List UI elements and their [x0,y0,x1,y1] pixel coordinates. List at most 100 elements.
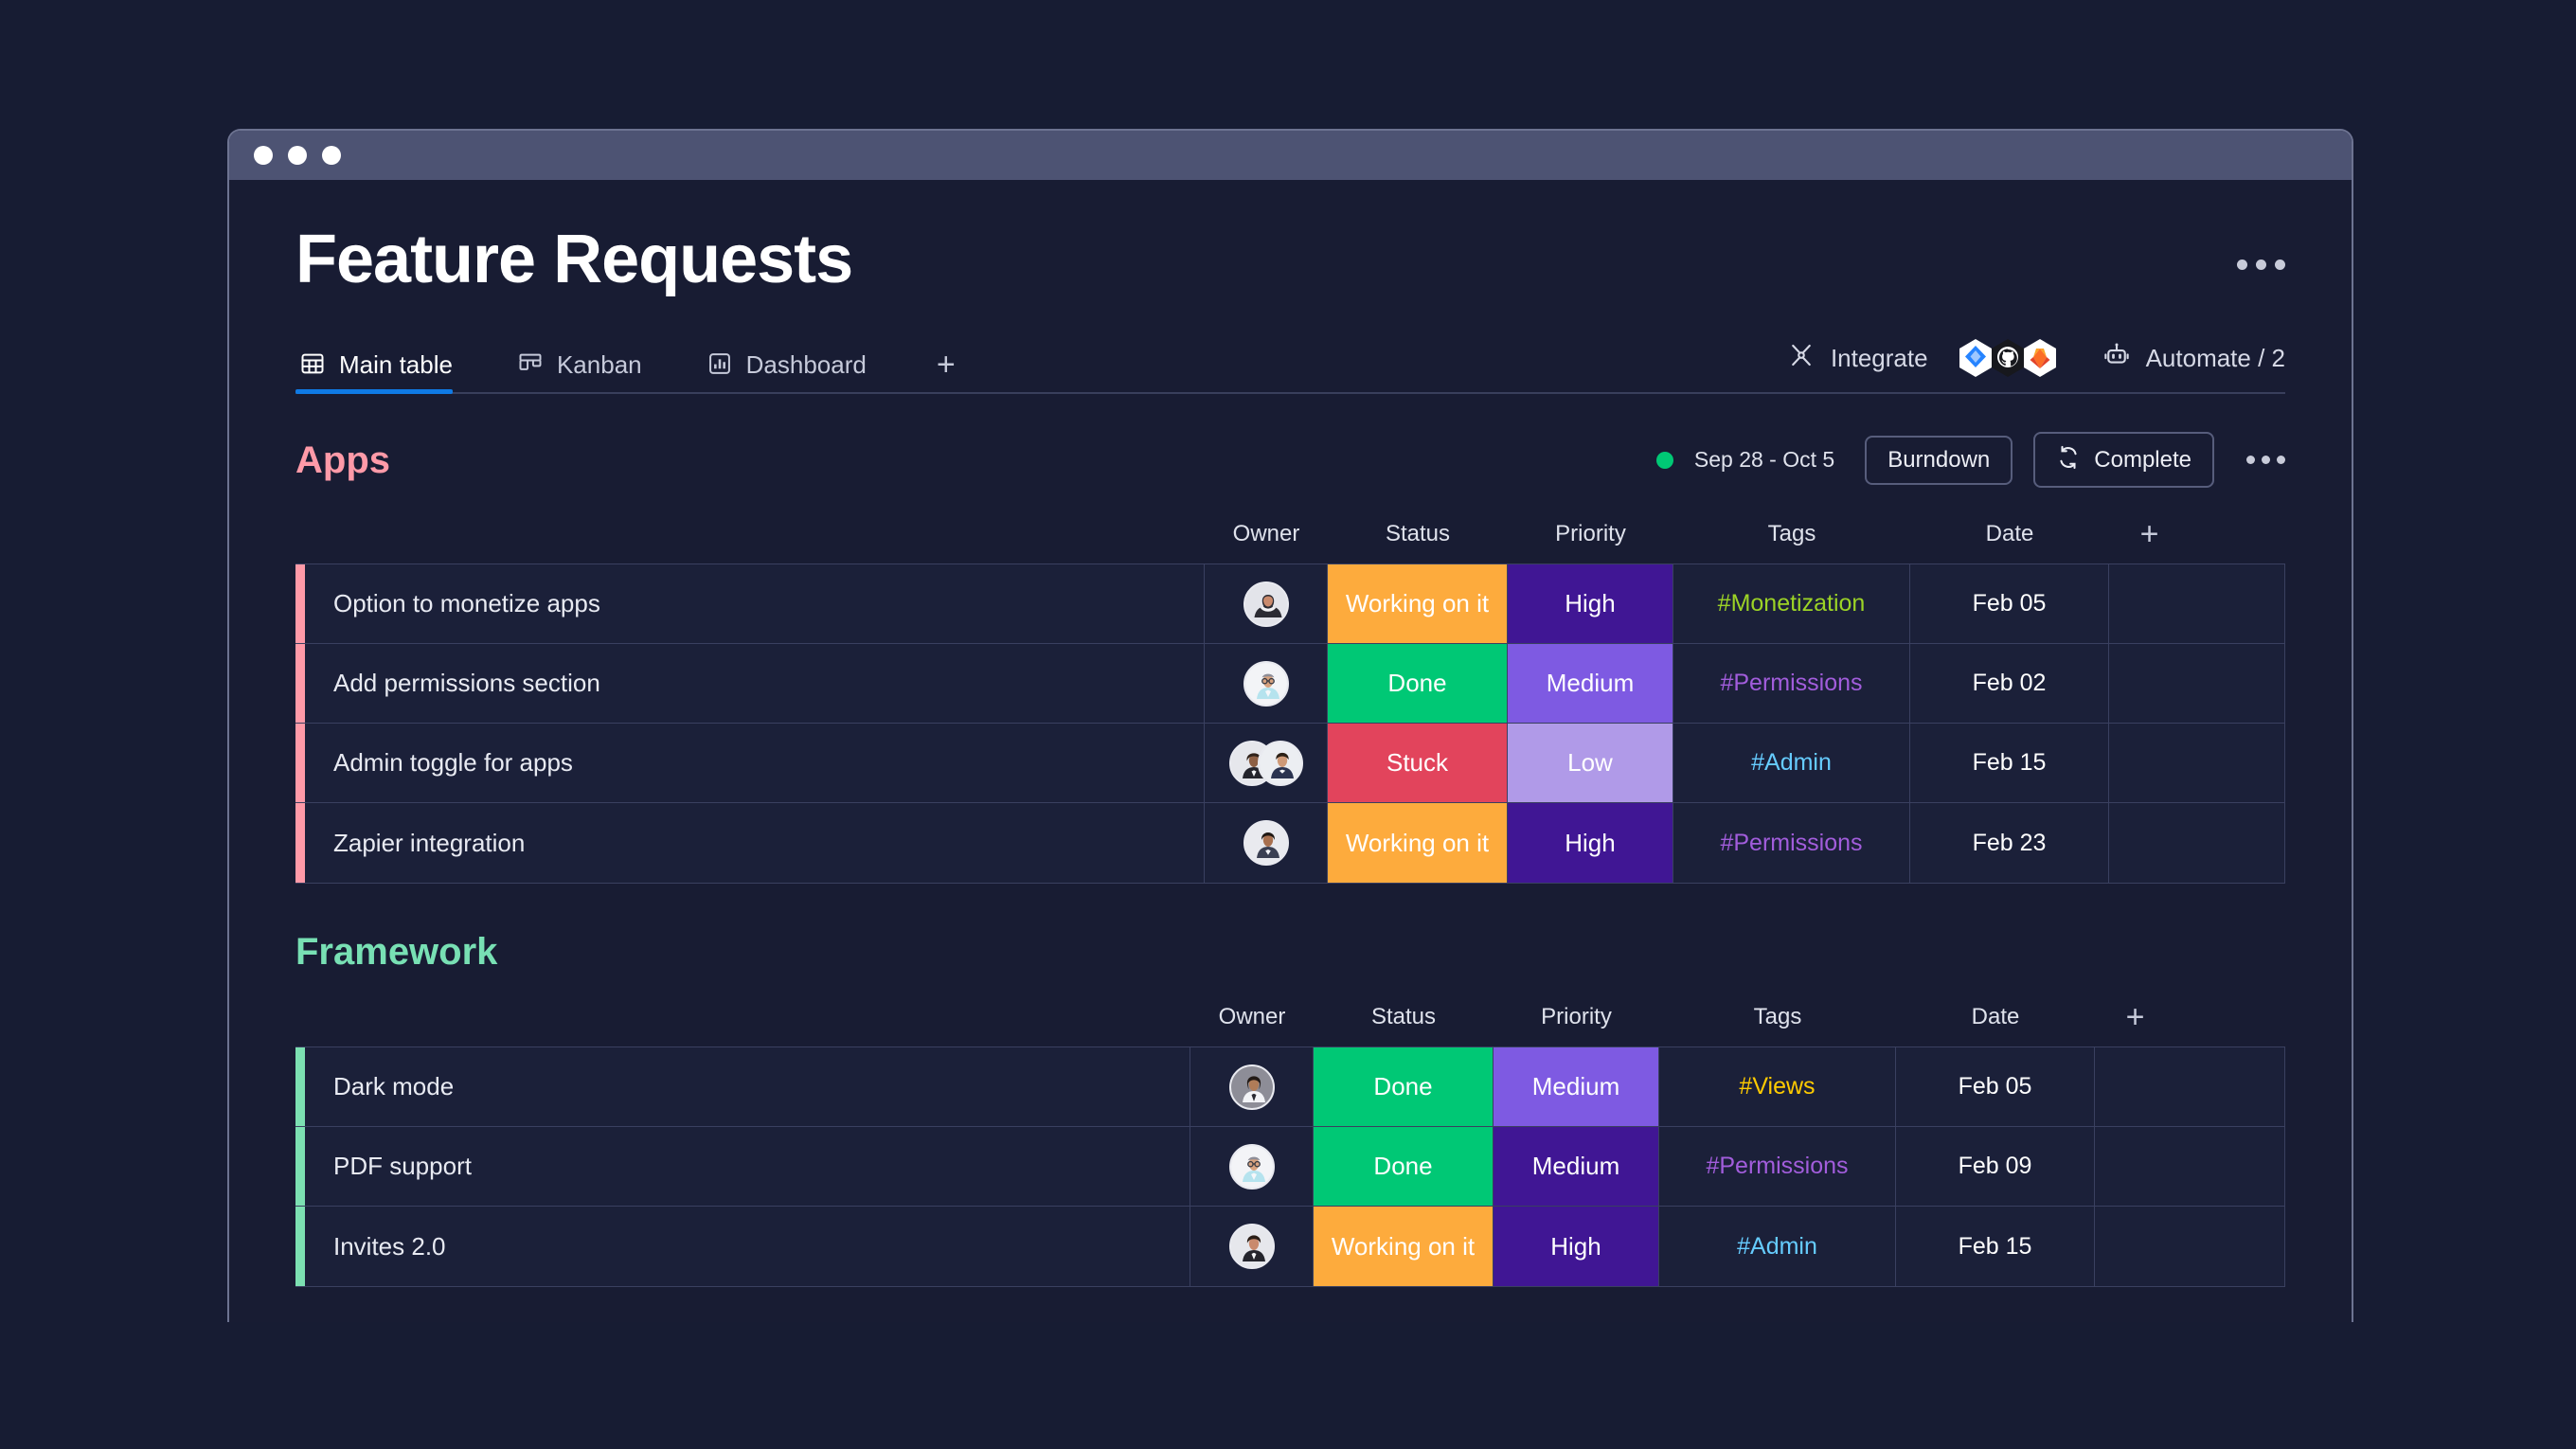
row-owner-cell[interactable] [1205,724,1328,802]
table-row[interactable]: Dark mode Done Medium #Views Feb 05 [295,1047,2284,1127]
integrate-button[interactable]: Integrate [1787,337,2061,379]
table-row[interactable]: Zapier integration Working on it High #P… [295,803,2284,883]
gitlab-icon[interactable] [2019,337,2061,379]
row-priority-cell[interactable]: High [1494,1207,1659,1286]
row-item-name[interactable]: PDF support [305,1127,1190,1206]
row-priority-cell[interactable]: High [1508,803,1673,883]
integrate-nodes-icon [1787,341,1816,376]
row-tags-cell[interactable]: #Permissions [1659,1127,1896,1206]
row-date-cell[interactable]: Feb 23 [1910,803,2109,883]
row-owner-cell[interactable] [1190,1207,1314,1286]
column-header-owner[interactable]: Owner [1190,1004,1314,1030]
row-extra-cell[interactable] [2109,724,2190,802]
row-extra-cell[interactable] [2095,1127,2175,1206]
row-date-cell[interactable]: Feb 02 [1910,644,2109,723]
row-extra-cell[interactable] [2095,1207,2175,1286]
row-item-name[interactable]: Dark mode [305,1047,1190,1126]
add-view-button[interactable]: + [927,349,965,392]
row-item-name[interactable]: Zapier integration [305,803,1205,883]
row-date-cell[interactable]: Feb 05 [1910,564,2109,643]
column-header-date[interactable]: Date [1910,521,2109,547]
row-status-cell[interactable]: Done [1314,1127,1494,1206]
column-header-date[interactable]: Date [1896,1004,2095,1030]
row-owner-cell[interactable] [1190,1127,1314,1206]
row-owner-cell[interactable] [1205,644,1328,723]
complete-label: Complete [2094,446,2191,473]
add-column-button[interactable]: + [2109,516,2190,553]
tab-main-table[interactable]: Main table [295,335,475,394]
row-owner-cell[interactable] [1190,1047,1314,1126]
row-item-name[interactable]: Invites 2.0 [305,1207,1190,1286]
row-extra-cell[interactable] [2109,803,2190,883]
row-extra-cell[interactable] [2109,564,2190,643]
row-date-cell[interactable]: Feb 15 [1910,724,2109,802]
window-close-button[interactable] [254,146,273,165]
group-framework: Framework Owner Status Priority Tags Dat… [295,933,2285,1287]
kebab-dot-icon [2262,456,2270,464]
table-row[interactable]: Admin toggle for apps Stuck Low #Admin F… [295,724,2284,803]
column-header-status[interactable]: Status [1328,521,1508,547]
group-header: Apps Sep 28 - Oct 5 Burndown Complete [295,432,2285,488]
row-extra-cell[interactable] [2109,644,2190,723]
column-header-status[interactable]: Status [1314,1004,1494,1030]
row-tags-cell[interactable]: #Permissions [1673,803,1910,883]
page-overflow-menu-button[interactable] [2237,225,2285,270]
add-column-button[interactable]: + [2095,999,2175,1036]
row-extra-cell[interactable] [2095,1047,2175,1126]
tag-label: #Permissions [1706,1153,1849,1179]
row-date-cell[interactable]: Feb 09 [1896,1127,2095,1206]
row-date-cell[interactable]: Feb 15 [1896,1207,2095,1286]
row-owner-cell[interactable] [1205,564,1328,643]
row-priority-cell[interactable]: Medium [1494,1047,1659,1126]
table-row[interactable]: Option to monetize apps Working on it Hi… [295,564,2284,644]
row-priority-cell[interactable]: Low [1508,724,1673,802]
table-row[interactable]: Add permissions section Done Medium #Per… [295,644,2284,724]
group-title[interactable]: Framework [295,933,497,971]
group-overflow-menu-button[interactable] [2246,456,2285,464]
column-header-priority[interactable]: Priority [1508,521,1673,547]
row-item-name[interactable]: Option to monetize apps [305,564,1205,643]
complete-button[interactable]: Complete [2033,432,2214,488]
row-accent-bar [295,1207,305,1286]
row-status-cell[interactable]: Working on it [1314,1207,1494,1286]
tab-kanban[interactable]: Kanban [513,335,665,392]
row-status-cell[interactable]: Working on it [1328,803,1508,883]
screenshot-root: Feature Requests Main table Kanban Dashb… [0,0,2576,1449]
row-tags-cell[interactable]: #Permissions [1673,644,1910,723]
row-tags-cell[interactable]: #Admin [1673,724,1910,802]
row-item-name[interactable]: Admin toggle for apps [305,724,1205,802]
window-maximize-button[interactable] [322,146,341,165]
tab-dashboard[interactable]: Dashboard [703,335,889,392]
row-item-name[interactable]: Add permissions section [305,644,1205,723]
row-status-cell[interactable]: Stuck [1328,724,1508,802]
automate-button[interactable]: Automate / 2 [2102,341,2285,376]
app-window: Feature Requests Main table Kanban Dashb… [227,129,2353,1322]
kebab-dot-icon [2275,259,2285,270]
row-owner-cell[interactable] [1205,803,1328,883]
row-date-cell[interactable]: Feb 05 [1896,1047,2095,1126]
row-priority-cell[interactable]: Medium [1508,644,1673,723]
table-row[interactable]: Invites 2.0 Working on it High #Admin Fe… [295,1207,2284,1286]
group-title[interactable]: Apps [295,441,390,479]
table-row[interactable]: PDF support Done Medium #Permissions Feb… [295,1127,2284,1207]
burndown-button[interactable]: Burndown [1865,435,2013,485]
tag-label: #Admin [1737,1232,1817,1260]
column-header-tags[interactable]: Tags [1673,521,1910,547]
window-minimize-button[interactable] [288,146,307,165]
row-tags-cell[interactable]: #Monetization [1673,564,1910,643]
column-header-tags[interactable]: Tags [1659,1004,1896,1030]
row-tags-cell[interactable]: #Admin [1659,1207,1896,1286]
row-tags-cell[interactable]: #Views [1659,1047,1896,1126]
row-status-cell[interactable]: Done [1328,644,1508,723]
view-tabbar: Main table Kanban Dashboard + Integrate … [295,335,2285,394]
row-priority-cell[interactable]: Medium [1494,1127,1659,1206]
column-header-owner[interactable]: Owner [1205,521,1328,547]
page-title: Feature Requests [295,222,853,297]
burndown-label: Burndown [1887,446,1991,473]
avatar [1243,660,1289,707]
view-tabs: Main table Kanban Dashboard + [295,335,965,394]
row-status-cell[interactable]: Working on it [1328,564,1508,643]
row-status-cell[interactable]: Done [1314,1047,1494,1126]
column-header-priority[interactable]: Priority [1494,1004,1659,1030]
row-priority-cell[interactable]: High [1508,564,1673,643]
